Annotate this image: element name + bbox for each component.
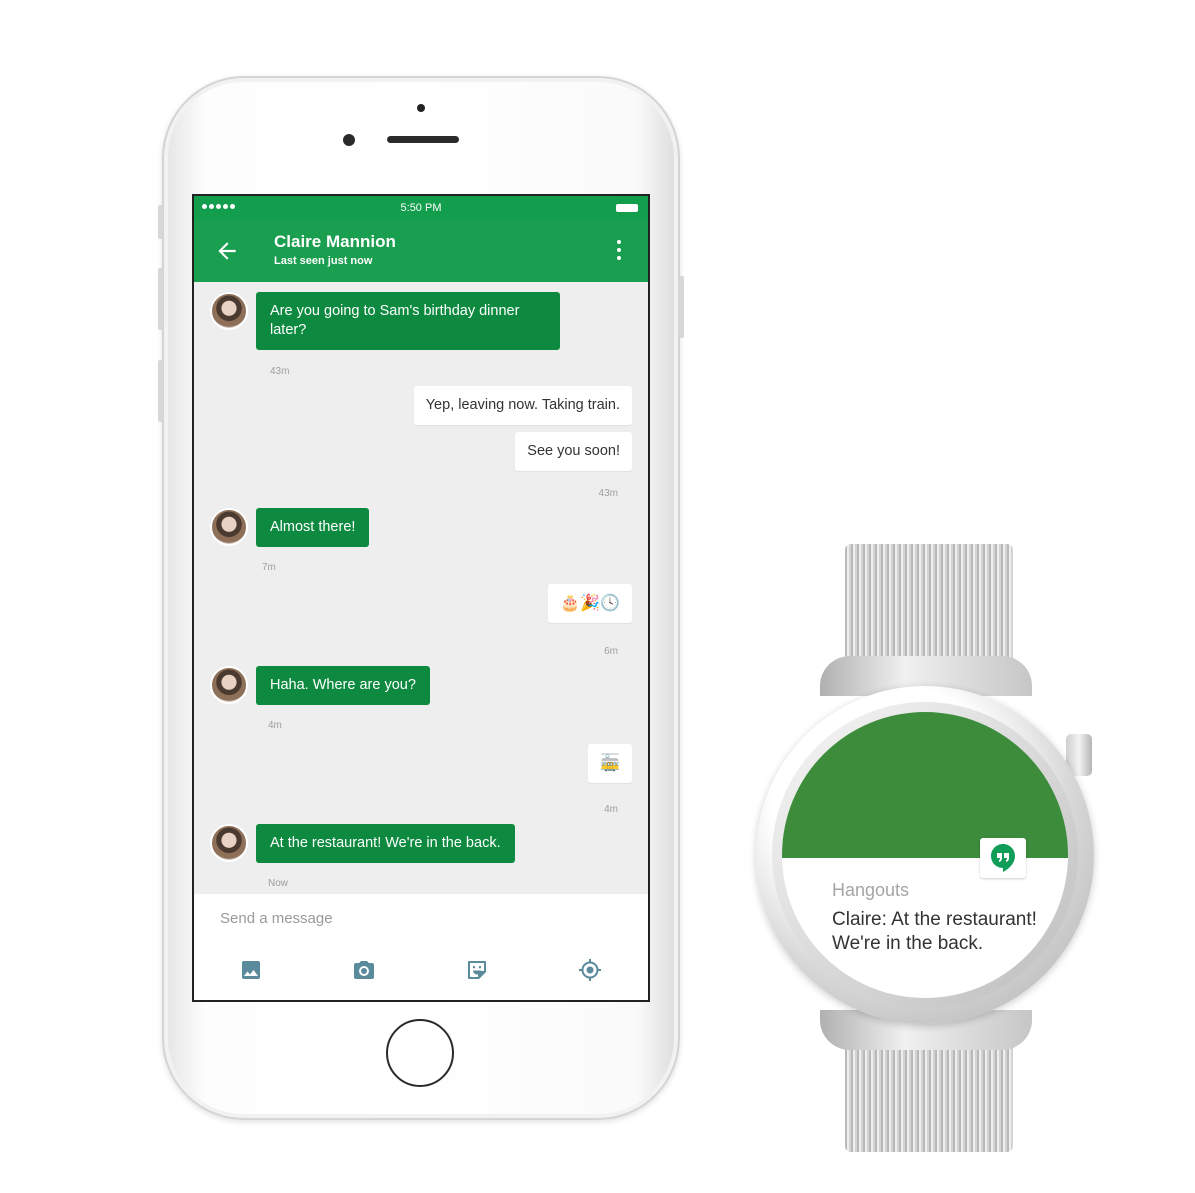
location-icon[interactable] [578, 958, 602, 982]
contact-avatar[interactable] [210, 292, 248, 330]
hangouts-icon [991, 844, 1015, 872]
power-button [679, 276, 684, 338]
contact-last-seen: Last seen just now [274, 255, 373, 267]
message-timestamp: 43m [270, 366, 290, 377]
contact-avatar[interactable] [210, 508, 248, 546]
battery-icon [616, 204, 638, 212]
incoming-message-bubble[interactable]: Almost there! [256, 508, 370, 547]
message-timestamp: 43m [598, 488, 618, 499]
smartphone: 5:50 PM Claire Mannion Last seen just no… [158, 76, 684, 1120]
notification-header [782, 712, 1068, 858]
front-camera [343, 134, 355, 146]
image-icon[interactable] [239, 958, 263, 982]
message-list[interactable]: Are you going to Sam's birthday dinner l… [194, 282, 648, 894]
message-timestamp: 4m [268, 720, 282, 731]
home-button[interactable] [386, 1019, 454, 1087]
incoming-message-bubble[interactable]: At the restaurant! We're in the back. [256, 824, 515, 863]
outgoing-emoji-bubble[interactable]: 🎂🎉🕓 [548, 584, 632, 623]
outgoing-message-bubble[interactable]: See you soon! [515, 432, 632, 471]
conversation-app-bar: Claire Mannion Last seen just now [194, 220, 648, 282]
watch-band-bottom [845, 1040, 1013, 1152]
message-timestamp: Now [268, 878, 289, 889]
back-arrow-icon[interactable] [214, 238, 240, 264]
watch-bezel: Hangouts Claire: At the restaurant! We'r… [772, 702, 1078, 1008]
mute-switch [158, 205, 163, 239]
message-timestamp: 4m [604, 804, 618, 815]
contact-name[interactable]: Claire Mannion [274, 232, 396, 252]
earpiece-speaker [387, 136, 459, 143]
proximity-sensor [417, 104, 425, 112]
contact-avatar[interactable] [210, 666, 248, 704]
outgoing-message-bubble[interactable]: Yep, leaving now. Taking train. [413, 386, 632, 425]
notification-app-name: Hangouts [832, 880, 910, 900]
message-composer: Send a message [194, 894, 648, 1000]
outgoing-emoji-bubble[interactable]: 🚋 [588, 744, 632, 783]
incoming-message-bubble[interactable]: Haha. Where are you? [256, 666, 430, 705]
smartwatch: Hangouts Claire: At the restaurant! We'r… [756, 686, 1094, 1024]
contact-avatar[interactable] [210, 824, 248, 862]
camera-icon[interactable] [352, 958, 376, 982]
sticker-icon[interactable] [465, 958, 489, 982]
phone-screen: 5:50 PM Claire Mannion Last seen just no… [192, 194, 650, 1002]
message-timestamp: 6m [604, 646, 618, 657]
more-options-icon[interactable] [616, 240, 622, 262]
status-time: 5:50 PM [400, 202, 442, 214]
incoming-message-bubble[interactable]: Are you going to Sam's birthday dinner l… [256, 292, 560, 350]
watch-screen: Hangouts Claire: At the restaurant! We'r… [782, 712, 1068, 998]
status-bar: 5:50 PM [194, 196, 648, 220]
volume-down-button [158, 360, 163, 422]
volume-up-button [158, 268, 163, 330]
app-icon-badge [980, 838, 1026, 878]
message-input[interactable]: Send a message [220, 910, 333, 927]
notification-message[interactable]: Claire: At the restaurant! We're in the … [832, 908, 1052, 956]
message-timestamp: 7m [262, 562, 276, 573]
